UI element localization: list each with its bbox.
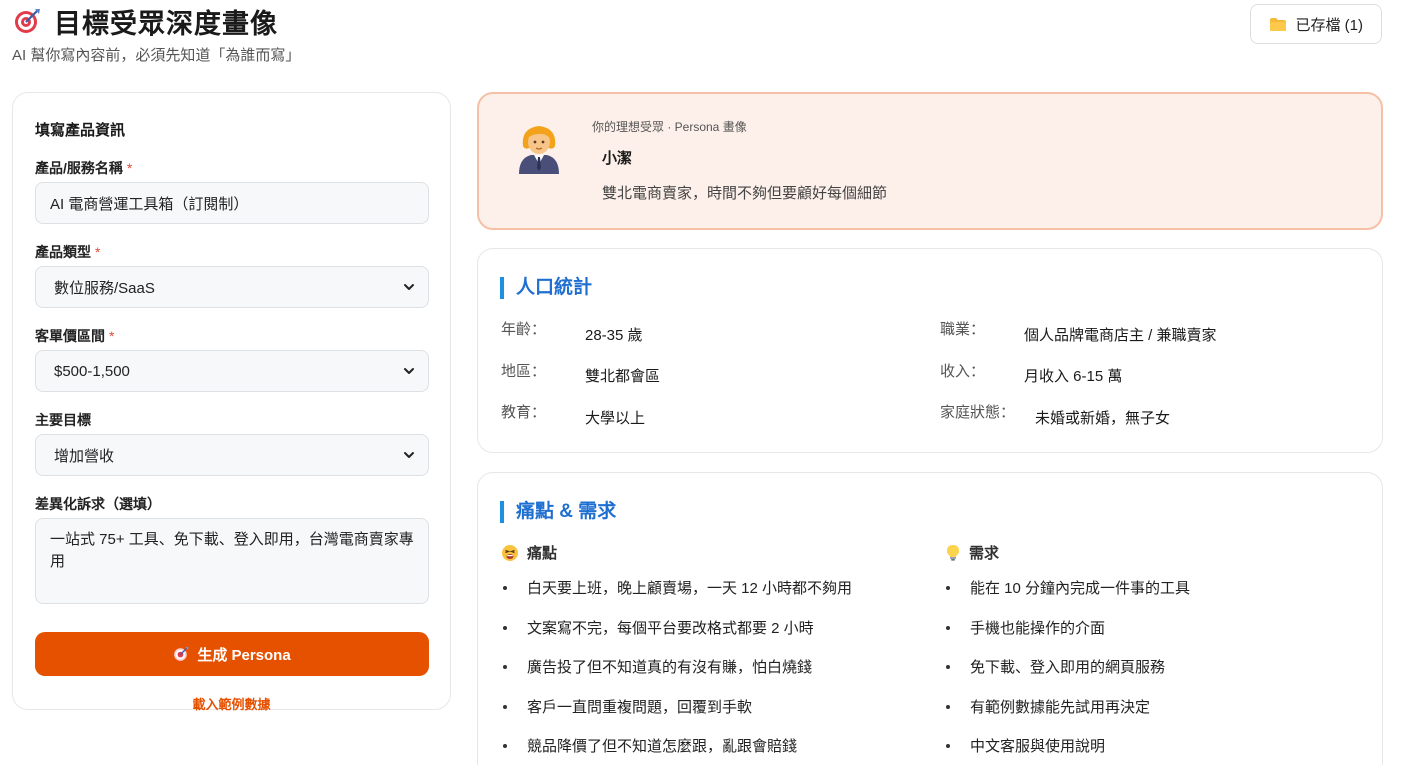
price-range-select[interactable]: $500-1,500: [35, 350, 429, 392]
persona-description: 雙北電商賣家，時間不夠但要顧好每個細節: [602, 185, 888, 202]
required-mark: *: [109, 328, 115, 344]
list-item: 免下載、登入即用的網頁服務: [944, 656, 1190, 696]
page-subtitle: AI 幫你寫內容前，必須先知道「為誰而寫」: [12, 47, 301, 64]
needs-heading: 需求: [945, 542, 999, 563]
demographics-card: 人口統計 年齡： 28-35 歲 職業： 個人品牌電商店主 / 兼職賣家 地區：…: [477, 248, 1383, 453]
list-item: 廣告投了但不知道真的有沒有賺，怕白燒錢: [501, 656, 852, 696]
saved-button-label: 已存檔 (1): [1295, 16, 1363, 34]
saved-button[interactable]: 已存檔 (1): [1250, 4, 1382, 44]
list-item: 有範例數據能先試用再決定: [944, 696, 1190, 736]
list-item: 客戶一直問重複問題，回覆到手軟: [501, 696, 852, 736]
demographics-title: 人口統計: [500, 277, 592, 299]
list-item: 競品降價了但不知道怎麼跟，亂跟會賠錢: [501, 735, 852, 765]
list-item: 白天要上班，晚上顧賣場，一天 12 小時都不夠用: [501, 577, 852, 617]
price-range-label: 客單價區間 *: [35, 328, 115, 344]
family-value: 未婚或新婚，無子女: [1035, 410, 1171, 427]
page-header: 目標受眾深度畫像 AI 幫你寫內容前，必須先知道「為誰而寫」 已存檔 (1): [12, 4, 1392, 66]
job-label: 職業：: [940, 321, 986, 338]
target-icon: [12, 6, 42, 36]
product-type-label: 產品類型 *: [35, 244, 101, 260]
pain-needs-card: 痛點 & 需求 痛點 需求 白天要上班，晚上顧賣場，一天 12 小時都不夠用 文…: [477, 472, 1383, 765]
pain-heading: 痛點: [501, 542, 557, 563]
differentiation-textarea[interactable]: 一站式 75+ 工具、免下載、登入即用，台灣電商賣家專用: [35, 518, 429, 604]
education-label: 教育：: [501, 404, 547, 421]
age-label: 年齡：: [501, 321, 547, 338]
pain-list: 白天要上班，晚上顧賣場，一天 12 小時都不夠用 文案寫不完，每個平台要改格式都…: [501, 577, 852, 765]
product-type-select[interactable]: 數位服務/SaaS: [35, 266, 429, 308]
pain-heading-label: 痛點: [527, 545, 558, 562]
persona-card: 你的理想受眾 · Persona 畫像 小潔 雙北電商賣家，時間不夠但要顧好每個…: [477, 92, 1383, 230]
persona-kicker: 你的理想受眾 · Persona 畫像: [592, 120, 747, 134]
age-value: 28-35 歲: [585, 327, 643, 344]
income-label: 收入：: [940, 363, 986, 380]
list-item: 手機也能操作的介面: [944, 617, 1190, 657]
job-value: 個人品牌電商店主 / 兼職賣家: [1024, 327, 1217, 344]
price-range-value: $500-1,500: [54, 362, 130, 380]
main-goal-label: 主要目標: [35, 412, 91, 428]
region-value: 雙北都會區: [585, 368, 661, 385]
education-value: 大學以上: [585, 410, 646, 427]
family-label: 家庭狀態：: [940, 404, 1016, 421]
income-value: 月收入 6-15 萬: [1024, 368, 1123, 385]
list-item: 能在 10 分鐘內完成一件事的工具: [944, 577, 1190, 617]
load-sample-link[interactable]: 載入範例數據: [35, 694, 428, 713]
woman-office-worker-icon: [515, 120, 563, 174]
chevron-down-icon: [404, 368, 414, 374]
required-mark: *: [95, 244, 101, 260]
main-goal-select[interactable]: 增加營收: [35, 434, 429, 476]
product-name-input[interactable]: AI 電商營運工具箱（訂閱制）: [35, 182, 429, 224]
generate-persona-label: 生成 Persona: [197, 646, 291, 664]
pain-needs-title: 痛點 & 需求: [500, 501, 616, 523]
product-type-value: 數位服務/SaaS: [54, 279, 155, 297]
needs-heading-label: 需求: [969, 545, 1000, 562]
list-item: 文案寫不完，每個平台要改格式都要 2 小時: [501, 617, 852, 657]
tired-face-icon: [502, 544, 518, 561]
chevron-down-icon: [404, 452, 414, 458]
list-item: 中文客服與使用說明: [944, 735, 1190, 765]
form-heading: 填寫產品資訊: [35, 122, 126, 139]
product-name-label: 產品/服務名稱 *: [35, 160, 133, 176]
page-title: 目標受眾深度畫像: [54, 8, 278, 39]
main-goal-value: 增加營收: [54, 447, 115, 465]
persona-name: 小潔: [602, 150, 633, 167]
differentiation-label: 差異化訴求（選填）: [35, 496, 161, 512]
generate-persona-button[interactable]: 生成 Persona: [35, 632, 429, 676]
chevron-down-icon: [404, 284, 414, 290]
needs-list: 能在 10 分鐘內完成一件事的工具 手機也能操作的介面 免下載、登入即用的網頁服…: [944, 577, 1190, 765]
lightbulb-icon: [947, 544, 959, 561]
product-form-card: 填寫產品資訊 產品/服務名稱 * AI 電商營運工具箱（訂閱制） 產品類型 * 數位…: [12, 92, 451, 713]
required-mark: *: [126, 160, 133, 176]
target-icon: [174, 647, 189, 661]
region-label: 地區：: [501, 363, 547, 380]
folder-icon: [1269, 17, 1287, 31]
